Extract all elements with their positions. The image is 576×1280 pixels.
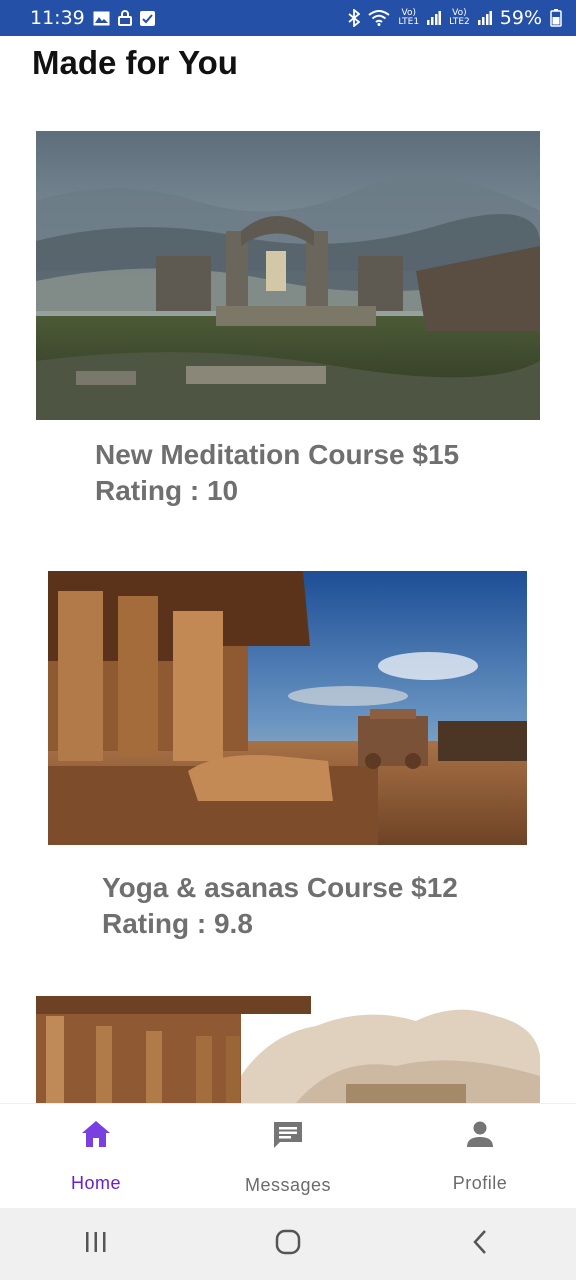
nav-messages[interactable]: Messages — [192, 1104, 384, 1209]
recent-apps-icon — [83, 1230, 109, 1259]
nav-home-label: Home — [70, 1173, 121, 1193]
course-title: New Meditation Course $15 — [95, 439, 460, 470]
course-image-temple-pillars[interactable] — [36, 996, 540, 1103]
course-feed[interactable]: New Meditation Course $15 Rating : 10 Yo… — [0, 100, 576, 1103]
home-circle-icon — [274, 1228, 302, 1261]
sim2-indicator: Vo) LTE2 — [449, 8, 470, 27]
nav-profile[interactable]: Profile — [384, 1104, 576, 1209]
course-rating: Rating : 9.8 — [102, 908, 253, 939]
course-image-carved-temple[interactable] — [48, 571, 527, 845]
battery-icon — [550, 9, 562, 27]
nav-home[interactable]: Home — [0, 1104, 192, 1209]
sim1-indicator: Vo) LTE1 — [398, 8, 420, 27]
recent-apps-button[interactable] — [66, 1214, 126, 1274]
wifi-icon — [368, 10, 391, 26]
course-info: Yoga & asanas Course $12 Rating : 9.8 — [102, 870, 458, 942]
nav-messages-label: Messages — [244, 1175, 332, 1195]
home-icon — [81, 1120, 111, 1153]
course-info: New Meditation Course $15 Rating : 10 — [95, 437, 459, 509]
system-navigation-bar — [0, 1208, 576, 1280]
course-title: Yoga & asanas Course $12 — [102, 872, 458, 903]
home-system-button[interactable] — [258, 1214, 318, 1274]
signal-icon — [477, 11, 492, 25]
person-icon — [466, 1120, 494, 1153]
gallery-icon — [93, 11, 110, 26]
nav-profile-label: Profile — [452, 1173, 508, 1193]
course-image-temple-ruins[interactable] — [36, 131, 540, 420]
course-rating: Rating : 10 — [95, 475, 239, 506]
checkbox-icon — [139, 10, 155, 26]
battery-percent: 59% — [499, 7, 542, 29]
bottom-navigation: Home Messages Profile — [0, 1103, 576, 1209]
message-icon — [272, 1120, 304, 1155]
bluetooth-icon — [348, 9, 361, 27]
lock-icon — [117, 10, 132, 26]
signal-icon — [427, 11, 442, 25]
back-button[interactable] — [450, 1214, 510, 1274]
status-time: 11:39 — [30, 7, 85, 29]
page-title: Made for You — [32, 44, 238, 81]
status-bar: 11:39 Vo) LTE1 Vo) LTE2 59% — [0, 0, 576, 36]
back-chevron-icon — [470, 1228, 490, 1261]
